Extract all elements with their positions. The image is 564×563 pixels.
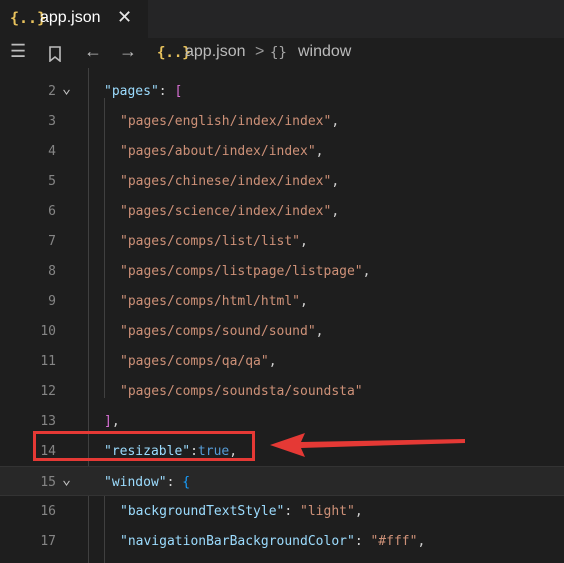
line-number: 3 [48,114,56,129]
fold-chevron-icon[interactable]: ⌄ [62,470,71,488]
code-text: "backgroundTextStyle": "light", [120,504,363,519]
code-token: "pages/comps/qa/qa" [120,354,269,369]
code-text: "pages/comps/html/html", [120,294,308,309]
code-token: "pages/about/index/index" [120,144,316,159]
fold-chevron-icon[interactable]: ⌄ [62,79,71,97]
annotation-arrow [270,433,465,457]
code-text: "pages/chinese/index/index", [120,174,339,189]
outline-list-icon[interactable]: ☰ [10,41,26,62]
code-token: "light" [300,504,355,519]
code-token: , [362,264,371,279]
code-line[interactable]: 17 "navigationBarBackgroundColor": "#fff"… [0,526,564,556]
line-number: 12 [40,384,56,399]
code-token: "pages/chinese/index/index" [120,174,332,189]
editor-tab-bar: {..} app.json ✕ [0,0,564,38]
code-token: "pages/comps/list/list" [120,234,301,249]
forward-arrow-icon[interactable]: → [119,41,137,62]
code-line[interactable]: 5 "pages/chinese/index/index", [0,166,564,196]
line-number: 16 [40,504,56,519]
code-line[interactable]: 6 "pages/science/index/index", [0,196,564,226]
code-token: "#fff" [370,534,418,549]
line-number: 5 [48,174,56,189]
code-token: , [331,204,340,219]
code-text: ], [104,414,120,429]
line-number: 15 [40,475,56,490]
code-token: , [315,324,324,339]
line-number: 11 [40,354,56,369]
code-line[interactable]: 10 "pages/comps/sound/sound", [0,316,564,346]
code-token: : [284,504,301,519]
code-token: "pages/english/index/index" [120,114,332,129]
code-text: "pages/comps/list/list", [120,234,308,249]
code-text: "window": { [104,475,190,490]
code-token: "navigationBarBackgroundColor" [120,534,355,549]
code-text: "pages/comps/listpage/listpage", [120,264,370,279]
code-token: "backgroundTextStyle" [120,504,285,519]
code-text: "pages/comps/soundsta/soundsta" [120,384,363,399]
code-text: "pages/comps/qa/qa", [120,354,277,369]
code-line[interactable]: 2 ⌄ "pages": [ [0,76,564,106]
code-token: "pages/comps/html/html" [120,294,301,309]
code-token: , [331,114,340,129]
code-line[interactable]: 16 "backgroundTextStyle": "light", [0,496,564,526]
breadcrumb-section[interactable]: window [298,43,351,61]
code-text: "pages/science/index/index", [120,204,339,219]
code-token: "pages/comps/sound/sound" [120,324,316,339]
close-icon[interactable]: ✕ [117,7,132,28]
code-token: "pages" [104,84,159,99]
line-number: 7 [48,234,56,249]
code-token: : [158,84,175,99]
code-token: "pages/science/index/index" [120,204,332,219]
code-token: "window" [104,475,167,490]
code-editor[interactable]: 2 ⌄ "pages": [3 "pages/english/index/index"… [0,68,564,563]
code-line[interactable]: 15 ⌄ "window": { [0,466,564,496]
code-token: , [417,534,426,549]
code-text: "pages/comps/sound/sound", [120,324,324,339]
line-number: 4 [48,144,56,159]
code-token: ] [104,414,112,429]
code-token: : [354,534,371,549]
line-number: 6 [48,204,56,219]
code-line[interactable]: 8 "pages/comps/listpage/listpage", [0,256,564,286]
breadcrumb: ☰ ← → {..} app.json > {} window [0,38,564,69]
code-token: , [300,294,308,309]
code-token: , [315,144,324,159]
code-token: "pages/comps/listpage/listpage" [120,264,363,279]
line-number: 9 [48,294,56,309]
code-token: , [111,414,120,429]
object-icon: {} [270,45,287,61]
code-line[interactable]: 3 "pages/english/index/index", [0,106,564,136]
highlight-annotation-box [33,431,255,461]
line-number: 10 [40,324,56,339]
code-text: "pages/english/index/index", [120,114,339,129]
code-line[interactable]: 9 "pages/comps/html/html", [0,286,564,316]
line-number: 17 [40,534,56,549]
tab-app-json[interactable]: {..} app.json ✕ [0,0,148,38]
line-number: 2 [48,84,56,99]
code-text: "pages/about/index/index", [120,144,324,159]
back-arrow-icon[interactable]: ← [84,41,102,62]
line-number: 8 [48,264,56,279]
bookmark-icon[interactable] [48,46,62,62]
code-line[interactable]: 4 "pages/about/index/index", [0,136,564,166]
code-line[interactable]: 12 "pages/comps/soundsta/soundsta" [0,376,564,406]
code-token: { [182,475,191,490]
breadcrumb-file[interactable]: app.json [185,43,246,61]
code-text: "pages": [ [104,84,182,99]
code-token: , [300,234,308,249]
code-text: "navigationBarBackgroundColor": "#fff", [120,534,425,549]
tab-label: app.json [40,9,101,26]
code-token: , [268,354,277,369]
code-token: , [354,504,363,519]
code-token: "pages/comps/soundsta/soundsta" [120,384,363,399]
code-token: [ [174,84,183,99]
code-line[interactable]: 11 "pages/comps/qa/qa", [0,346,564,376]
code-token: : [166,475,183,490]
line-number: 13 [40,414,56,429]
breadcrumb-separator: > [255,43,265,60]
code-token: , [331,174,340,189]
code-line[interactable]: 7 "pages/comps/list/list", [0,226,564,256]
